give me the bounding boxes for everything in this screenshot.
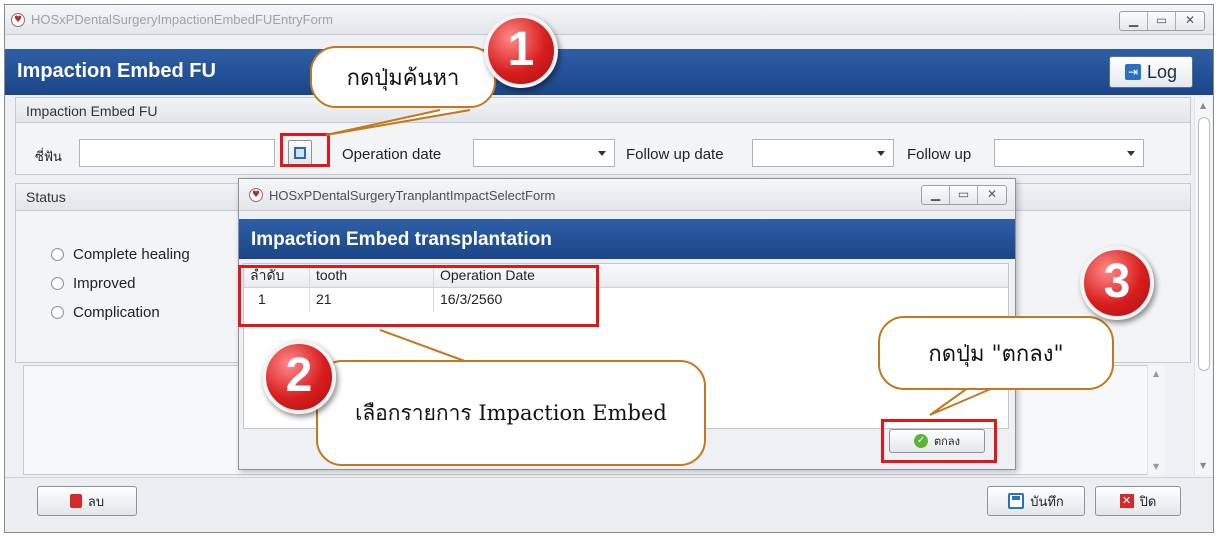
callout1-tail bbox=[325, 109, 471, 136]
callout-step3-text: กดปุ่ม "ตกลง" bbox=[928, 341, 1064, 367]
step-badge-3: 3 bbox=[1080, 246, 1154, 320]
callout-step2-text: เลือกรายการ Impaction Embed bbox=[355, 400, 667, 425]
callout2-tail bbox=[379, 329, 471, 364]
step-badge-1: 1 bbox=[484, 14, 558, 88]
callout-step3: กดปุ่ม "ตกลง" bbox=[878, 316, 1114, 390]
callout-step1: กดปุ่มค้นหา bbox=[310, 46, 496, 108]
step-badge-2: 2 bbox=[262, 340, 336, 414]
callout-step1-text: กดปุ่มค้นหา bbox=[346, 65, 460, 91]
callout-step2: เลือกรายการ Impaction Embed bbox=[316, 360, 706, 466]
